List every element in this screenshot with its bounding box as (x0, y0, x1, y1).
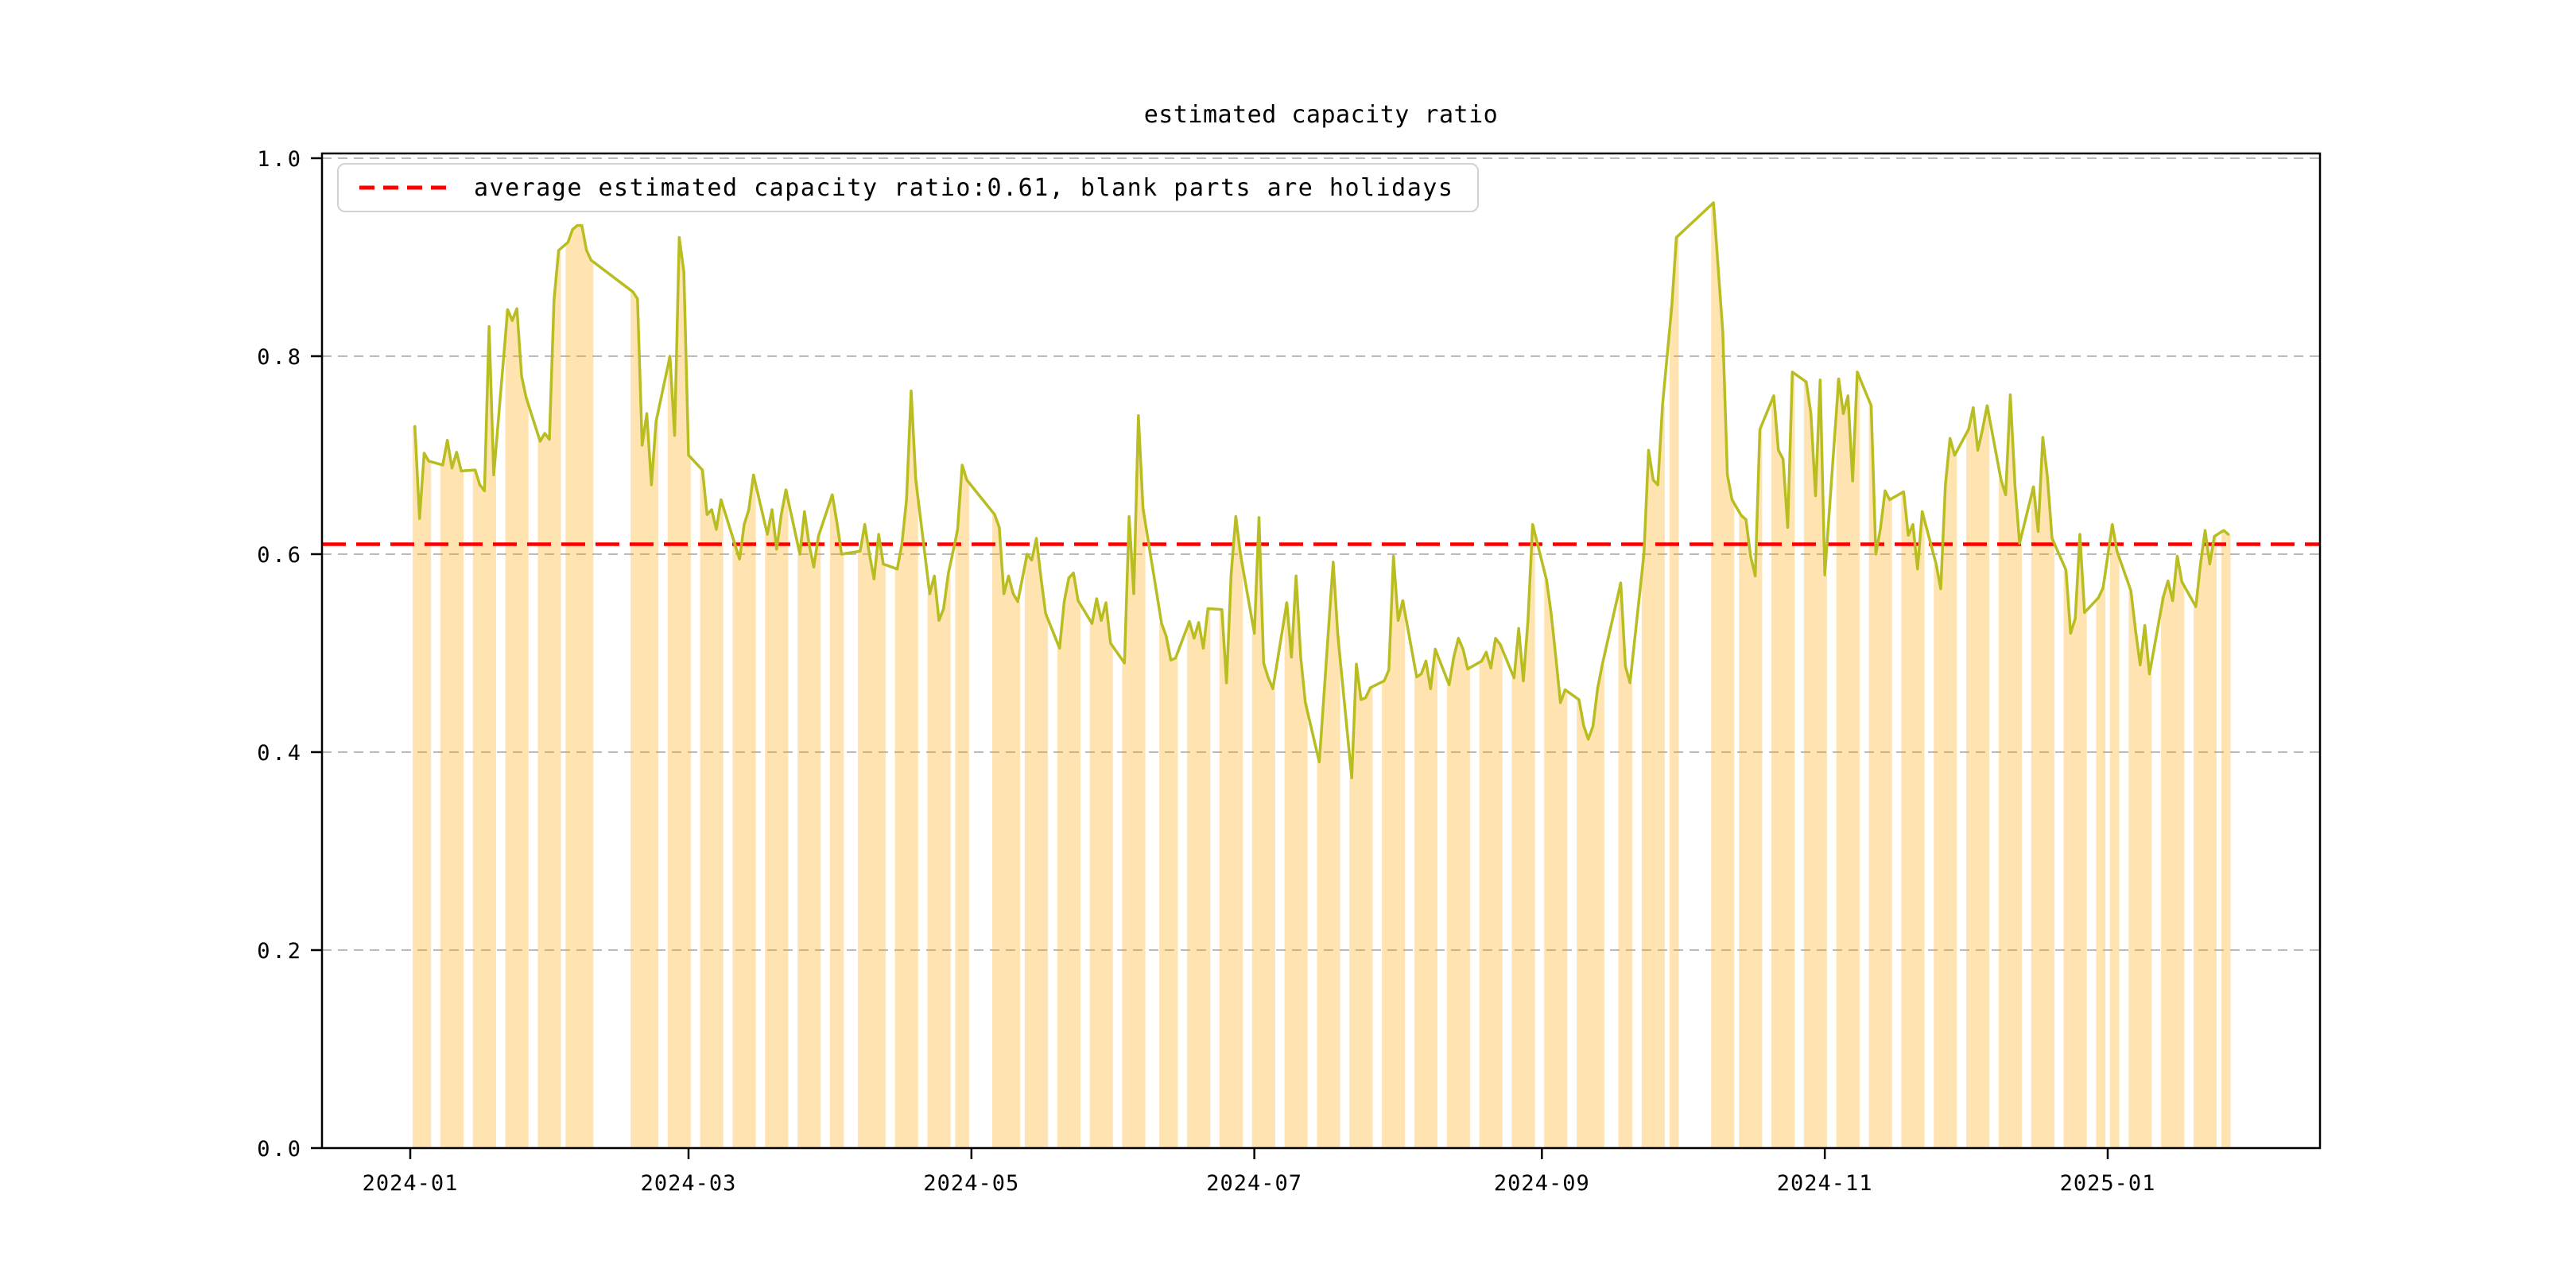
legend-box: average estimated capacity ratio:0.61, b… (337, 163, 1480, 212)
workday-fill (1511, 524, 1535, 1148)
legend-dash-icon (359, 185, 453, 190)
workday-fill (2063, 534, 2087, 1148)
figure: 2024-01 2024-03 2024-05 2024-07 2024-09 2024-… (0, 0, 2576, 1288)
workday-fill (1122, 415, 1146, 1148)
workday-fill (797, 511, 821, 1148)
workday-fill (505, 308, 529, 1148)
workday-fill (1024, 538, 1049, 1148)
workday-fill (1901, 491, 1925, 1148)
workday-fill (1284, 576, 1308, 1148)
workday-fill (1577, 665, 1605, 1148)
x-tick-label: 2024-05 (923, 1171, 1019, 1196)
workday-fill (2109, 524, 2120, 1148)
workday-fill (1868, 405, 1892, 1148)
x-tick-label: 2024-01 (363, 1171, 459, 1196)
workday-fill (1317, 561, 1340, 1148)
workday-fill (1187, 608, 1211, 1148)
chart-title: estimated capacity ratio (1143, 101, 1499, 129)
x-tick-label: 2024-11 (1777, 1171, 1873, 1196)
workday-fill (440, 440, 464, 1148)
workday-fill (1836, 371, 1860, 1148)
workday-fill (1739, 429, 1763, 1148)
y-tick-label: 0.2 (257, 939, 303, 964)
workday-fill (1669, 237, 1679, 1149)
workday-fill (1057, 572, 1080, 1148)
workday-fill (1446, 638, 1470, 1148)
workday-fill (565, 225, 594, 1148)
workday-fill (992, 514, 1021, 1148)
legend-label: average estimated capacity ratio:0.61, b… (474, 173, 1454, 202)
workday-fill (1771, 371, 1795, 1148)
workday-fill (1998, 394, 2023, 1148)
workday-fill (700, 470, 724, 1148)
workday-fill (537, 250, 561, 1148)
y-tick-label: 0.8 (257, 345, 303, 370)
workday-fill (2221, 530, 2231, 1148)
workday-fill (1089, 599, 1113, 1148)
x-tick-label: 2024-03 (641, 1171, 737, 1196)
workday-fill (1382, 556, 1406, 1148)
workday-fill (732, 475, 756, 1148)
y-tick-label: 0.4 (257, 741, 303, 766)
y-tick-label: 0.6 (257, 543, 303, 568)
workday-fill (2193, 530, 2217, 1148)
workday-fill (765, 490, 789, 1148)
workday-fill (2096, 588, 2106, 1148)
x-tick-label: 2024-09 (1494, 1171, 1590, 1196)
workday-fill (412, 426, 432, 1148)
workday-fill (829, 495, 844, 1148)
workday-fill (1966, 405, 1990, 1148)
workday-fill (2161, 556, 2185, 1148)
x-tick-label: 2025-01 (2060, 1171, 2156, 1196)
workday-fill (857, 524, 886, 1148)
workday-fill (1479, 638, 1503, 1148)
y-tick-label: 0.0 (257, 1137, 303, 1162)
workday-fill (927, 573, 951, 1148)
workday-fill (1414, 649, 1438, 1148)
workday-fill (1159, 623, 1178, 1148)
x-tick-label: 2024-07 (1206, 1171, 1302, 1196)
y-tick-label: 1.0 (257, 147, 303, 172)
workday-fill (955, 464, 969, 1148)
